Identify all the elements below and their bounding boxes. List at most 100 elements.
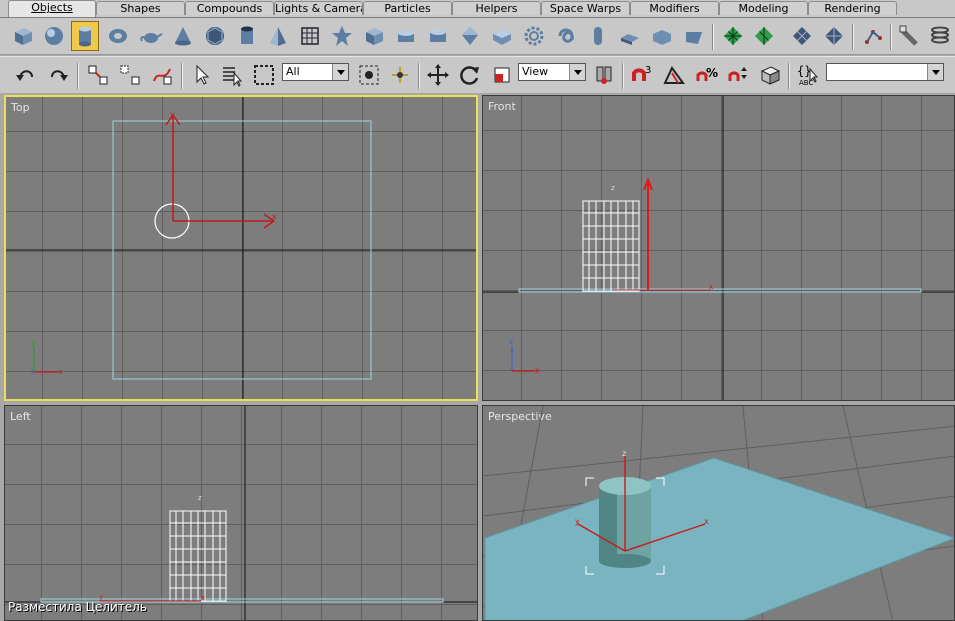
redo-icon <box>51 70 68 81</box>
angle-snap-button[interactable] <box>660 60 688 90</box>
move-button[interactable] <box>424 60 452 90</box>
capsule-icon <box>594 27 602 45</box>
lext-button[interactable] <box>616 21 644 51</box>
tab-label: Objects <box>31 1 73 14</box>
spring-button[interactable] <box>926 21 954 51</box>
rect-selection-button[interactable] <box>250 60 278 90</box>
teapot-icon <box>140 33 163 43</box>
axis-label: x <box>201 594 205 602</box>
axis-tripod <box>511 346 535 372</box>
object-toolbar <box>0 18 955 55</box>
nurbs-cv-button[interactable] <box>820 21 848 51</box>
capsule-button[interactable] <box>584 21 612 51</box>
plane-button[interactable] <box>296 21 324 51</box>
geosphere-button[interactable] <box>201 21 229 51</box>
reference-coord-value: View <box>522 65 549 78</box>
svg-text:%: % <box>706 66 718 80</box>
chamfer-cyl-button[interactable] <box>392 21 420 51</box>
tab-compounds[interactable]: Compounds <box>185 1 274 15</box>
viewport-perspective[interactable]: Perspective y x z <box>482 405 955 621</box>
prism-button[interactable] <box>680 21 708 51</box>
percent-snap-button[interactable]: % <box>692 60 720 90</box>
edit-named-selections-button[interactable]: {} ABC <box>794 60 822 90</box>
tab-label: Lights & Cameras <box>275 2 363 15</box>
window-crossing-button[interactable] <box>355 60 383 90</box>
dummy-button[interactable] <box>896 21 924 51</box>
plane-outline <box>518 288 922 293</box>
hedra-button[interactable] <box>328 21 356 51</box>
axis-label: z <box>31 368 35 376</box>
torus-knot-icon <box>558 28 574 43</box>
tab-modeling[interactable]: Modeling <box>719 1 808 15</box>
tab-helpers[interactable]: Helpers <box>452 1 541 15</box>
transform-gizmo-icon <box>392 67 408 83</box>
tab-modifiers[interactable]: Modifiers <box>630 1 719 15</box>
tube-button[interactable] <box>233 21 261 51</box>
viewport-top[interactable]: Top y x y x z <box>4 95 478 401</box>
gengon-icon <box>493 29 511 45</box>
mirror-button[interactable] <box>756 60 784 90</box>
gengon-button[interactable] <box>488 21 516 51</box>
tab-objects[interactable]: Objects <box>8 0 96 17</box>
unlink-icon <box>120 65 140 85</box>
patch-tri-button[interactable] <box>750 21 778 51</box>
torus-knot-button[interactable] <box>552 21 580 51</box>
select-link-button[interactable] <box>84 60 112 90</box>
rectangular-selection-icon <box>254 65 274 85</box>
spring-icon <box>931 26 949 44</box>
viewport-front[interactable]: Front z x z x <box>482 95 955 401</box>
pivot-center-icon <box>596 66 612 84</box>
tab-rendering[interactable]: Rendering <box>808 1 897 15</box>
cone-icon <box>175 27 191 46</box>
hedra-star-icon <box>332 26 352 46</box>
tab-label: Modeling <box>738 2 789 15</box>
reference-coord-dropdown[interactable]: View <box>518 63 586 81</box>
box-button[interactable] <box>9 21 37 51</box>
select-move-small-button[interactable] <box>386 60 414 90</box>
spinner-snap-button[interactable] <box>724 60 752 90</box>
prism-icon <box>686 32 702 44</box>
transform-gizmo <box>165 113 276 229</box>
pyramid-button[interactable] <box>264 21 292 51</box>
gear-button[interactable] <box>520 21 548 51</box>
chamfer-box-button[interactable] <box>360 21 388 51</box>
nurbs-point-button[interactable] <box>788 21 816 51</box>
toolbar-separator <box>622 63 624 89</box>
gear-icon <box>524 26 544 46</box>
bones-button[interactable] <box>859 21 887 51</box>
perspective-viewport-scene: y x z <box>483 406 954 620</box>
rotate-button[interactable] <box>456 60 484 90</box>
cext-button[interactable] <box>648 21 676 51</box>
pivot-center-button[interactable] <box>590 60 618 90</box>
scale-button[interactable] <box>488 60 516 90</box>
undo-button[interactable] <box>12 60 40 90</box>
select-by-name-button[interactable] <box>218 60 246 90</box>
viewport-left[interactable]: Left z y x <box>4 405 478 621</box>
snap-toggle-button[interactable]: 3 <box>628 60 656 90</box>
angle-snap-icon <box>663 66 685 84</box>
named-selection-dropdown[interactable] <box>826 63 944 81</box>
tab-label: Space Warps <box>549 2 622 15</box>
tab-space-warps[interactable]: Space Warps <box>541 1 630 15</box>
cylinder-button[interactable] <box>71 21 99 51</box>
axis-label: z <box>509 337 513 346</box>
select-object-button[interactable] <box>188 60 216 90</box>
spinner-snap-icon <box>728 67 747 81</box>
redo-button[interactable] <box>44 60 72 90</box>
teapot-button[interactable] <box>137 21 165 51</box>
patch-quad-button[interactable] <box>719 21 747 51</box>
scale-icon <box>494 67 510 83</box>
svg-text:{}: {} <box>797 64 811 78</box>
torus-button[interactable] <box>104 21 132 51</box>
sphere-button[interactable] <box>40 21 68 51</box>
tab-shapes[interactable]: Shapes <box>96 1 185 15</box>
cylinder-wireframe <box>582 200 640 292</box>
cone-button[interactable] <box>169 21 197 51</box>
tab-lights-cameras[interactable]: Lights & Cameras <box>274 1 363 15</box>
oiltank-button[interactable] <box>424 21 452 51</box>
selection-filter-dropdown[interactable]: All <box>282 63 349 81</box>
unlink-button[interactable] <box>116 60 144 90</box>
tab-particles[interactable]: Particles <box>363 1 452 15</box>
bind-spacewarp-button[interactable] <box>148 60 176 90</box>
spindle-button[interactable] <box>456 21 484 51</box>
